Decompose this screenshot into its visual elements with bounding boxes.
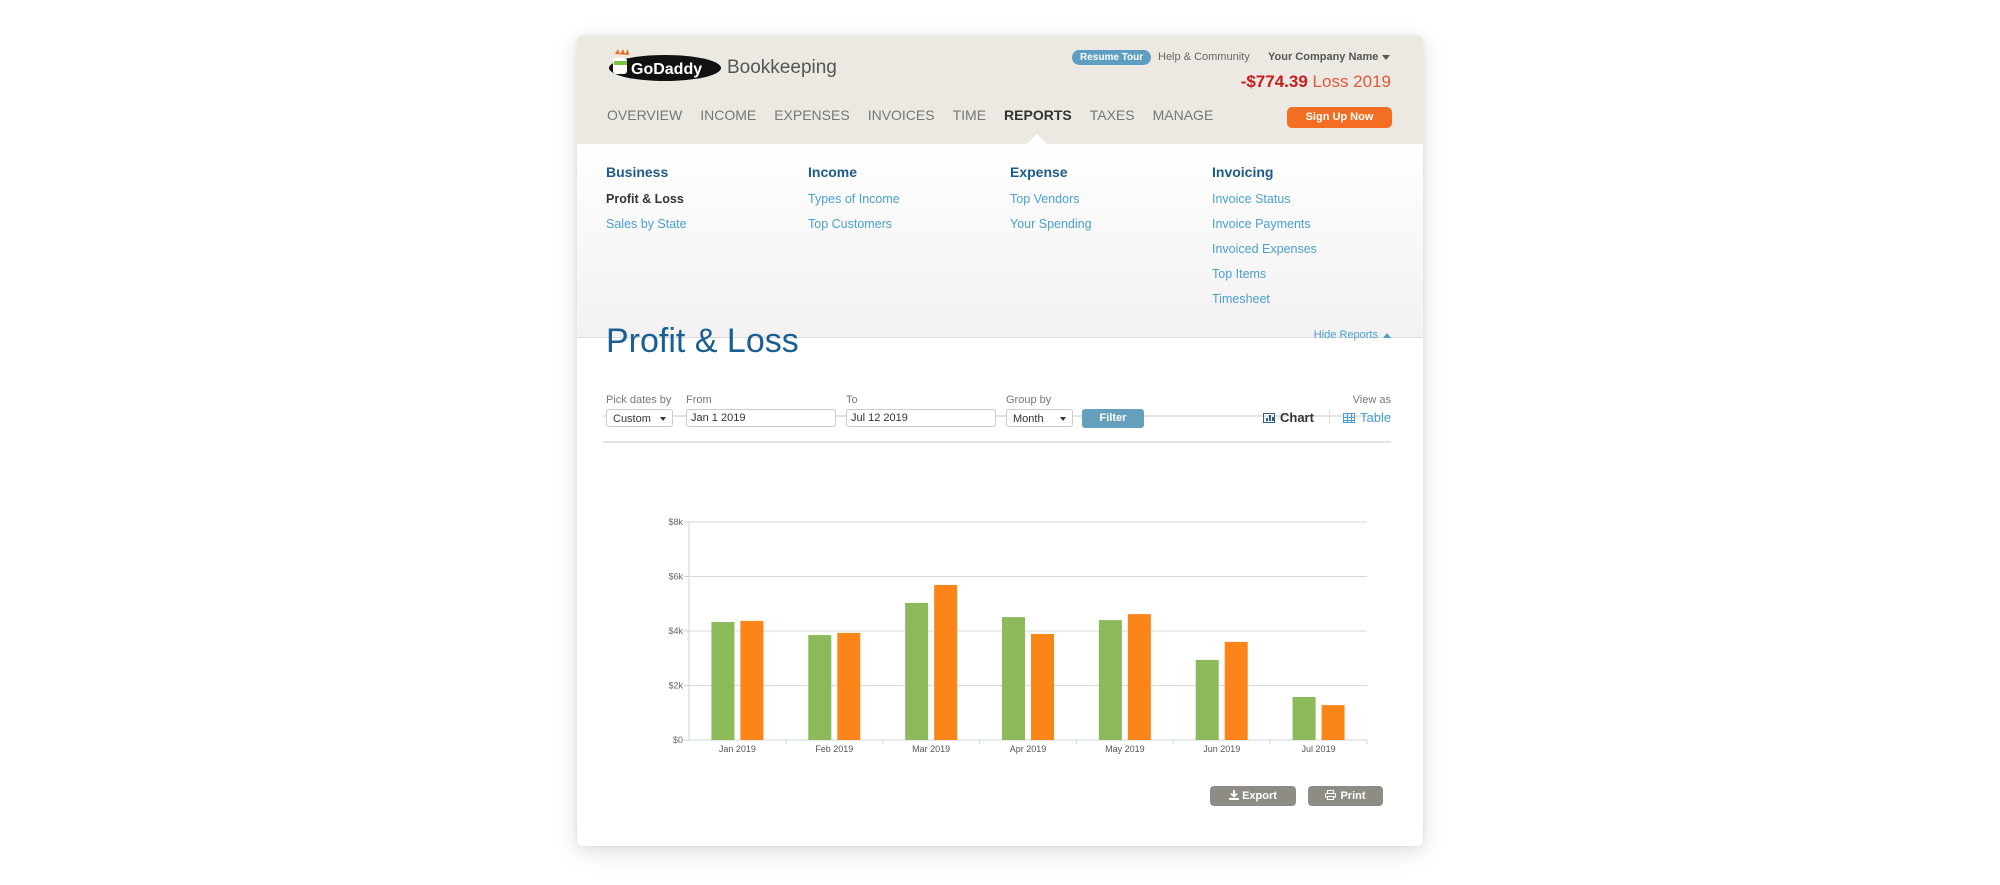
export-button[interactable]: Export	[1210, 786, 1296, 806]
profit-loss-chart: $0 $2k $4k $6k $8k Jan 2019 Feb 2019 Mar 2019 Ap…	[668, 517, 1368, 754]
bookkeeping-panel: GoDaddy Bookkeeping Resume Tour Help & C…	[577, 36, 1423, 846]
printer-icon	[1325, 790, 1337, 800]
bar-income-apr-2019[interactable]	[1002, 617, 1025, 740]
x-tick-label: Apr 2019	[1010, 744, 1047, 754]
x-tick-label: Feb 2019	[815, 744, 853, 754]
bar-expenses-may-2019[interactable]	[1127, 614, 1151, 740]
y-tick-label: $8k	[668, 517, 683, 527]
bar-income-may-2019[interactable]	[1098, 620, 1122, 740]
x-tick-label: Mar 2019	[912, 744, 950, 754]
bar-expenses-feb-2019[interactable]	[837, 632, 861, 740]
bar-income-jan-2019[interactable]	[711, 622, 735, 740]
bar-expenses-jul-2019[interactable]	[1321, 705, 1345, 740]
x-tick-label: Jun 2019	[1203, 744, 1240, 754]
bar-expenses-jan-2019[interactable]	[740, 620, 764, 740]
y-tick-label: $6k	[668, 572, 683, 582]
bar-income-mar-2019[interactable]	[905, 602, 929, 740]
y-tick-label: $0	[673, 735, 683, 745]
export-label: Export	[1242, 790, 1277, 802]
bar-expenses-apr-2019[interactable]	[1031, 633, 1054, 740]
x-tick-label: Jan 2019	[719, 744, 756, 754]
print-button[interactable]: Print	[1308, 786, 1383, 806]
bar-expenses-mar-2019[interactable]	[934, 584, 958, 740]
x-tick-label: Jul 2019	[1302, 744, 1336, 754]
print-label: Print	[1340, 790, 1366, 802]
y-tick-label: $2k	[668, 681, 683, 691]
x-tick-label: May 2019	[1105, 744, 1145, 754]
y-tick-label: $4k	[668, 626, 683, 636]
download-icon	[1229, 790, 1240, 800]
bar-income-jun-2019[interactable]	[1195, 659, 1219, 740]
bar-income-jul-2019[interactable]	[1292, 696, 1316, 740]
bar-income-feb-2019[interactable]	[808, 635, 832, 740]
bar-expenses-jun-2019[interactable]	[1224, 641, 1248, 740]
